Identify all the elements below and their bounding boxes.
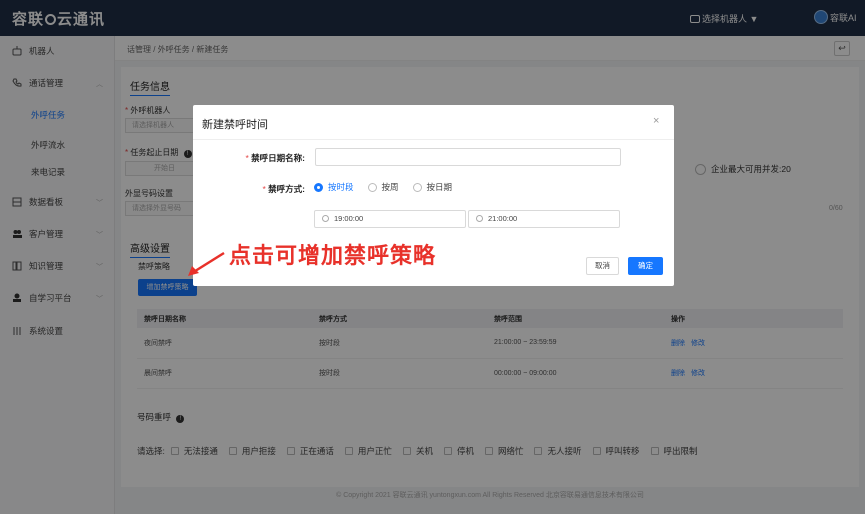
clock-icon: [476, 215, 483, 222]
block-name-input[interactable]: [315, 148, 621, 166]
confirm-button[interactable]: 确定: [628, 257, 663, 275]
annotation-arrow-icon: [188, 251, 225, 276]
close-icon[interactable]: ×: [653, 115, 659, 127]
mode-field-label: * 禁呼方式:: [262, 184, 305, 194]
annotation-text: 点击可增加禁呼策略: [229, 243, 437, 268]
name-field-label: * 禁呼日期名称:: [245, 153, 305, 163]
start-time-picker[interactable]: 19:00:00: [314, 210, 466, 228]
clock-icon: [322, 215, 329, 222]
radio-by-period[interactable]: 按时段: [314, 181, 354, 193]
dialog-header: 新建禁呼时间 ×: [193, 105, 674, 140]
cancel-button[interactable]: 取消: [586, 257, 619, 275]
end-time-picker[interactable]: 21:00:00: [468, 210, 620, 228]
dialog-title: 新建禁呼时间: [202, 119, 268, 131]
radio-by-date[interactable]: 按日期: [412, 181, 452, 193]
mode-radio-group: 按时段 按周 按日期: [314, 181, 466, 193]
radio-by-week[interactable]: 按周: [367, 181, 399, 193]
